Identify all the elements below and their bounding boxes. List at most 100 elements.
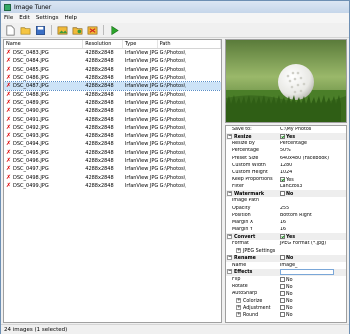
property-checkbox[interactable] (280, 176, 285, 182)
column-header-type[interactable]: Type (123, 40, 158, 48)
column-header-path[interactable]: Path (158, 40, 221, 48)
property-value[interactable]: Yes (286, 178, 294, 183)
expand-icon[interactable]: + (236, 297, 241, 303)
table-row[interactable]: ✗DSC_0491.JPG4288x2848IrfanView JPG File… (4, 115, 221, 123)
property-category[interactable]: − Resize Yes (226, 133, 346, 141)
property-value[interactable]: No (286, 192, 293, 197)
property-row[interactable]: + Adjustment No (226, 305, 346, 312)
table-row[interactable]: ✗DSC_0492.JPG4288x2848IrfanView JPG File… (4, 124, 221, 132)
property-value-cell[interactable]: Image_ (278, 263, 346, 268)
column-header-resolution[interactable]: Resolution (83, 40, 123, 48)
property-row[interactable]: Percentage 50% (226, 147, 346, 154)
menu-help[interactable]: Help (61, 15, 80, 21)
table-row[interactable]: ✗DSC_0490.JPG4288x2848IrfanView JPG File… (4, 107, 221, 115)
property-category[interactable]: − Rename No (226, 254, 346, 262)
property-checkbox[interactable] (280, 276, 285, 282)
property-value[interactable]: 1280 (280, 163, 292, 168)
menu-file[interactable]: File (1, 15, 16, 21)
property-value-cell[interactable]: Yes (278, 133, 346, 140)
property-checkbox[interactable] (280, 233, 285, 239)
property-value[interactable]: C:\My Photos (280, 127, 311, 132)
collapse-icon[interactable]: − (227, 255, 232, 261)
property-value-cell[interactable]: Bottom Right (278, 213, 346, 218)
expand-icon[interactable]: + (236, 305, 241, 311)
property-value-cell[interactable]: Yes (278, 233, 346, 240)
property-value-cell[interactable]: Yes (278, 176, 346, 183)
property-value-cell[interactable]: Lanczos3 (278, 184, 346, 189)
property-value[interactable]: Lanczos3 (280, 184, 302, 189)
property-row[interactable]: Opacity 255 (226, 205, 346, 212)
property-value[interactable]: 1024 (280, 170, 292, 175)
property-value-cell[interactable]: No (278, 297, 346, 304)
property-category[interactable]: − Watermark No (226, 190, 346, 198)
table-row[interactable]: ✗DSC_0495.JPG4288x2848IrfanView JPG File… (4, 149, 221, 157)
column-header-name[interactable]: Name (4, 40, 84, 48)
property-row[interactable]: Custom Width 1280 (226, 162, 346, 169)
property-row[interactable]: Keep Proportions Yes (226, 176, 346, 183)
table-row[interactable]: ✗DSC_0497.JPG4288x2848IrfanView JPG File… (4, 165, 221, 173)
table-row[interactable]: ✗DSC_0483.JPG4288x2848IrfanView JPG File… (4, 49, 221, 57)
table-row[interactable]: ✗DSC_0499.JPG4288x2848IrfanView JPG File… (4, 182, 221, 190)
property-value[interactable]: No (286, 292, 293, 297)
property-checkbox[interactable] (280, 312, 285, 318)
property-grid[interactable]: Save to: C:\My Photos − Resize Yes Resize by P… (225, 125, 347, 323)
property-row[interactable]: Preset Size 640x480 (Facebook) (226, 155, 346, 162)
property-row[interactable]: Custom Height 1024 (226, 169, 346, 176)
property-value[interactable]: No (286, 278, 293, 283)
menu-settings[interactable]: Settings (33, 15, 62, 21)
property-value-cell[interactable]: 16 (278, 227, 346, 232)
table-row[interactable]: ✗DSC_0486.JPG4288x2848IrfanView JPG File… (4, 74, 221, 82)
table-row[interactable]: ✗DSC_0487.JPG4288x2848IrfanView JPG File… (4, 81, 221, 92)
property-row[interactable]: + Colorize No (226, 297, 346, 304)
table-row[interactable]: ✗DSC_0494.JPG4288x2848IrfanView JPG File… (4, 140, 221, 148)
run-button[interactable] (108, 24, 121, 36)
property-value[interactable]: Image_ (280, 263, 297, 268)
open-button[interactable] (19, 24, 32, 36)
property-row[interactable]: Resize by Percentage (226, 140, 346, 147)
collapse-icon[interactable]: − (227, 269, 232, 275)
add-folder-button[interactable] (71, 24, 84, 36)
table-row[interactable]: ✗DSC_0488.JPG4288x2848IrfanView JPG File… (4, 90, 221, 98)
property-category[interactable]: − Convert Yes (226, 233, 346, 241)
property-value[interactable]: Yes (286, 235, 295, 240)
table-row[interactable]: ✗DSC_0485.JPG4288x2848IrfanView JPG File… (4, 66, 221, 74)
property-value-cell[interactable]: JPEG Format (*.jpg) (278, 241, 346, 246)
property-row[interactable]: Filter Lanczos3 (226, 183, 346, 190)
property-value[interactable]: Percentage (280, 141, 307, 146)
property-row[interactable]: Margin Y 16 (226, 226, 346, 233)
property-value[interactable]: 16 (280, 220, 286, 225)
property-value[interactable]: JPEG Format (*.jpg) (280, 241, 326, 246)
property-checkbox[interactable] (280, 133, 285, 139)
property-value-cell[interactable]: No (278, 283, 346, 290)
property-checkbox[interactable] (280, 255, 285, 261)
property-row[interactable]: + Round No (226, 312, 346, 319)
property-value[interactable]: No (286, 256, 293, 261)
expand-icon[interactable]: + (236, 247, 241, 253)
table-row[interactable]: ✗DSC_0493.JPG4288x2848IrfanView JPG File… (4, 132, 221, 140)
property-checkbox[interactable] (280, 190, 285, 196)
property-row[interactable]: AutoSharp No (226, 290, 346, 297)
property-value-cell[interactable]: 255 (278, 206, 346, 211)
property-row[interactable]: Name Image_ (226, 262, 346, 269)
property-value-cell[interactable]: No (278, 312, 346, 318)
property-value-cell[interactable]: 1280 (278, 163, 346, 168)
add-images-button[interactable] (56, 24, 69, 36)
property-checkbox[interactable] (280, 297, 285, 303)
new-button[interactable] (4, 24, 17, 36)
property-value[interactable]: 16 (280, 227, 286, 232)
property-value[interactable]: No (286, 313, 293, 318)
property-value[interactable]: No (286, 285, 293, 290)
table-row[interactable]: ✗DSC_0496.JPG4288x2848IrfanView JPG File… (4, 157, 221, 165)
property-checkbox[interactable] (280, 305, 285, 311)
collapse-icon[interactable]: − (227, 133, 232, 139)
property-value[interactable]: No (286, 306, 293, 311)
property-value[interactable]: 50% (280, 148, 291, 153)
property-row[interactable]: Flip No (226, 276, 346, 283)
property-value[interactable]: 640x480 (Facebook) (280, 156, 329, 161)
property-category[interactable]: − Effects (226, 268, 346, 276)
property-value-cell[interactable] (278, 269, 346, 276)
property-row[interactable]: + JPEG Settings (226, 247, 346, 254)
file-list[interactable]: Name Resolution Type Path ✗ DSC_0483.JPG 4… (3, 39, 222, 323)
property-value[interactable]: Bottom Right (280, 213, 312, 218)
property-value-cell[interactable]: No (278, 276, 346, 283)
